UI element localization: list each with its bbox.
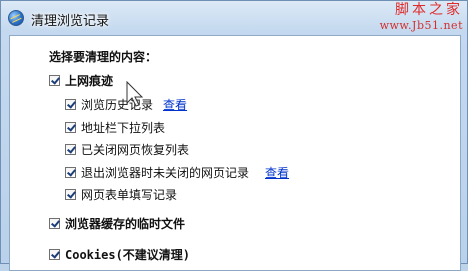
option-closed-pages[interactable]: 已关闭网页恢复列表 <box>65 142 189 158</box>
checkbox-form-data[interactable] <box>65 189 76 200</box>
watermark-text: 脚本之家 <box>395 2 463 18</box>
option-unclosed-pages[interactable]: 退出浏览器时未关闭的网页记录 查看 <box>65 165 289 181</box>
mouse-cursor-icon <box>126 81 144 107</box>
checkbox-closed-pages[interactable] <box>65 144 76 155</box>
checkbox-history[interactable] <box>65 99 76 110</box>
option-temp-files[interactable]: 浏览器缓存的临时文件 <box>49 216 185 232</box>
watermark-url: www.Jb51.net <box>379 19 463 32</box>
browser-globe-icon <box>8 10 24 26</box>
title-bar[interactable]: 清理浏览记录 脚本之家 www.Jb51.net <box>1 1 468 35</box>
checkbox-unclosed-pages[interactable] <box>65 167 76 178</box>
checkbox-browsing-traces[interactable] <box>49 75 60 86</box>
option-address-bar-list[interactable]: 地址栏下拉列表 <box>65 120 165 136</box>
option-browsing-traces[interactable]: 上网痕迹 <box>49 73 113 89</box>
section-title: 选择要清理的内容： <box>49 50 158 64</box>
view-history-link[interactable]: 查看 <box>163 98 187 112</box>
option-label: 浏览器缓存的临时文件 <box>65 217 186 231</box>
option-cookies[interactable]: Cookies(不建议清理) <box>49 247 190 263</box>
option-label: 退出浏览器时未关闭的网页记录 <box>81 166 250 180</box>
option-label: 上网痕迹 <box>65 74 114 88</box>
window-title: 清理浏览记录 <box>31 14 110 29</box>
option-label: 已关闭网页恢复列表 <box>81 143 190 157</box>
site-watermark: 脚本之家 www.Jb51.net <box>380 3 463 31</box>
option-label: 网页表单填写记录 <box>81 188 178 202</box>
option-label: Cookies(不建议清理) <box>65 248 191 262</box>
view-unclosed-link[interactable]: 查看 <box>265 166 289 180</box>
window-frame: 清理浏览记录 脚本之家 www.Jb51.net 选择要清理的内容： 上网痕迹 … <box>0 0 468 271</box>
dialog-panel: 选择要清理的内容： 上网痕迹 浏览历史记录 查看 地址栏下拉列表 已关闭网页恢复列… <box>9 35 461 271</box>
checkbox-cookies[interactable] <box>49 249 60 260</box>
option-form-data[interactable]: 网页表单填写记录 <box>65 187 177 203</box>
option-label: 地址栏下拉列表 <box>81 121 166 135</box>
checkbox-address-bar-list[interactable] <box>65 122 76 133</box>
checkbox-temp-files[interactable] <box>49 218 60 229</box>
